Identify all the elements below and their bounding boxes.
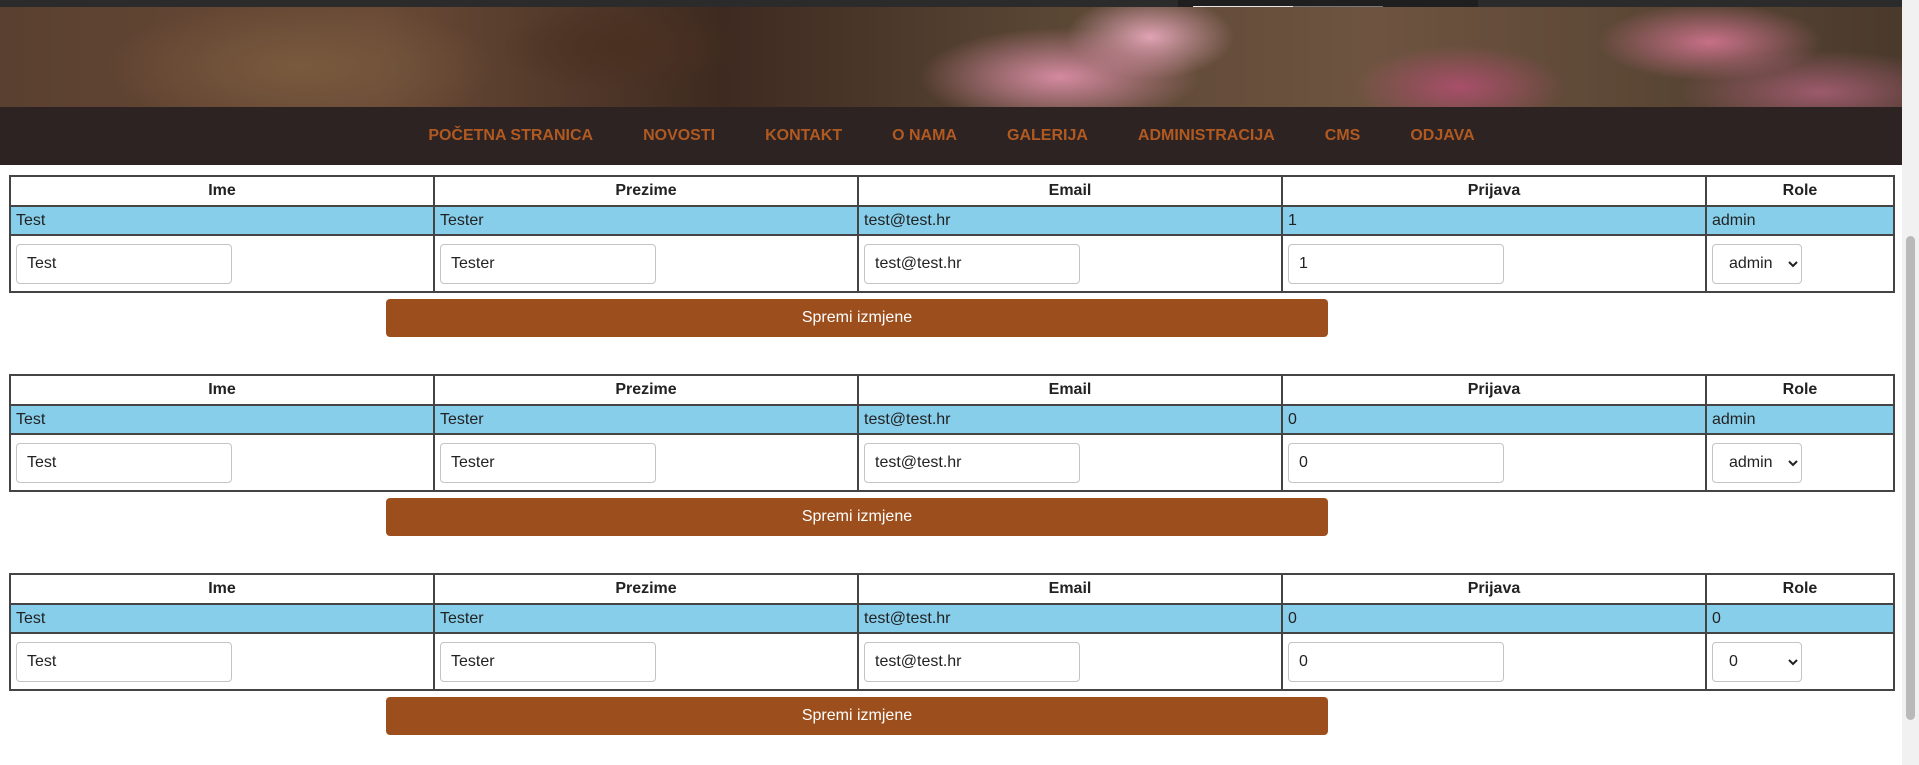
edit-cell-prezime xyxy=(433,234,859,293)
edit-cell-prijava xyxy=(1281,632,1707,691)
cell-prezime: Tester xyxy=(433,404,859,435)
edit-cell-ime xyxy=(9,234,435,293)
page-content: POČETNA STRANICA NOVOSTI KONTAKT O NAMA … xyxy=(0,0,1902,765)
ime-input[interactable] xyxy=(16,442,232,483)
column-header-prijava: Prijava xyxy=(1281,175,1707,207)
edit-cell-prijava xyxy=(1281,234,1707,293)
page-scrollbar[interactable] xyxy=(1902,0,1919,765)
scrollbar-thumb[interactable] xyxy=(1906,236,1915,720)
cell-prijava: 0 xyxy=(1281,404,1707,435)
user-table: Ime Prezime Email Prijava Role Test Test… xyxy=(9,374,1895,492)
ime-input[interactable] xyxy=(16,243,232,284)
column-header-ime: Ime xyxy=(9,573,435,605)
email-input[interactable] xyxy=(864,442,1080,483)
email-input[interactable] xyxy=(864,641,1080,682)
column-header-role: Role xyxy=(1705,374,1895,406)
nav-item-o-nama[interactable]: O NAMA xyxy=(891,127,957,145)
edit-cell-prezime xyxy=(433,632,859,691)
nav-item-galerija[interactable]: GALERIJA xyxy=(1006,127,1088,145)
cell-email: test@test.hr xyxy=(857,404,1283,435)
user-form: Ime Prezime Email Prijava Role Test Test… xyxy=(9,175,1895,337)
column-header-email: Email xyxy=(857,175,1283,207)
edit-cell-ime xyxy=(9,433,435,492)
edit-cell-role: 0 xyxy=(1705,632,1895,691)
user-form: Ime Prezime Email Prijava Role Test Test… xyxy=(9,573,1895,735)
table-row: Test Tester test@test.hr 0 admin xyxy=(9,404,1895,435)
email-input[interactable] xyxy=(864,243,1080,284)
prezime-input[interactable] xyxy=(440,641,656,682)
browser-top-strip xyxy=(0,0,1902,16)
column-header-prezime: Prezime xyxy=(433,175,859,207)
edit-cell-ime xyxy=(9,632,435,691)
nav-item-pocetna[interactable]: POČETNA STRANICA xyxy=(427,127,593,145)
edit-cell-role: admin xyxy=(1705,234,1895,293)
edit-cell-email xyxy=(857,433,1283,492)
table-row: Test Tester test@test.hr 0 0 xyxy=(9,603,1895,634)
save-button[interactable]: Spremi izmjene xyxy=(386,299,1328,337)
edit-cell-email xyxy=(857,632,1283,691)
prijava-input[interactable] xyxy=(1288,641,1504,682)
nav-item-administracija[interactable]: ADMINISTRACIJA xyxy=(1137,127,1275,145)
cell-prezime: Tester xyxy=(433,603,859,634)
column-header-ime: Ime xyxy=(9,175,435,207)
prijava-input[interactable] xyxy=(1288,243,1504,284)
cell-prijava: 1 xyxy=(1281,205,1707,236)
user-form: Ime Prezime Email Prijava Role Test Test… xyxy=(9,374,1895,536)
nav-links: POČETNA STRANICA NOVOSTI KONTAKT O NAMA … xyxy=(0,107,1902,165)
prijava-input[interactable] xyxy=(1288,442,1504,483)
table-header-row: Ime Prezime Email Prijava Role xyxy=(9,374,1895,406)
column-header-email: Email xyxy=(857,573,1283,605)
table-header-row: Ime Prezime Email Prijava Role xyxy=(9,573,1895,605)
prezime-input[interactable] xyxy=(440,243,656,284)
column-header-email: Email xyxy=(857,374,1283,406)
column-header-prezime: Prezime xyxy=(433,573,859,605)
edit-row: admin xyxy=(9,433,1895,492)
cell-prezime: Tester xyxy=(433,205,859,236)
prezime-input[interactable] xyxy=(440,442,656,483)
header-banner-image xyxy=(0,7,1902,107)
column-header-prijava: Prijava xyxy=(1281,573,1707,605)
save-button[interactable]: Spremi izmjene xyxy=(386,498,1328,536)
column-header-role: Role xyxy=(1705,175,1895,207)
cell-role: admin xyxy=(1705,205,1895,236)
user-table: Ime Prezime Email Prijava Role Test Test… xyxy=(9,175,1895,293)
cell-ime: Test xyxy=(9,404,435,435)
edit-cell-role: admin xyxy=(1705,433,1895,492)
column-header-ime: Ime xyxy=(9,374,435,406)
cell-prijava: 0 xyxy=(1281,603,1707,634)
role-select[interactable]: 0 xyxy=(1712,641,1802,682)
column-header-prezime: Prezime xyxy=(433,374,859,406)
user-table: Ime Prezime Email Prijava Role Test Test… xyxy=(9,573,1895,691)
edit-row: 0 xyxy=(9,632,1895,691)
nav-item-cms[interactable]: CMS xyxy=(1324,127,1361,145)
edit-row: admin xyxy=(9,234,1895,293)
nav-item-odjava[interactable]: ODJAVA xyxy=(1409,127,1474,145)
table-row: Test Tester test@test.hr 1 admin xyxy=(9,205,1895,236)
column-header-role: Role xyxy=(1705,573,1895,605)
cell-role: 0 xyxy=(1705,603,1895,634)
column-header-prijava: Prijava xyxy=(1281,374,1707,406)
edit-cell-email xyxy=(857,234,1283,293)
save-button[interactable]: Spremi izmjene xyxy=(386,697,1328,735)
cell-email: test@test.hr xyxy=(857,603,1283,634)
cell-ime: Test xyxy=(9,205,435,236)
cell-email: test@test.hr xyxy=(857,205,1283,236)
cell-ime: Test xyxy=(9,603,435,634)
edit-cell-prijava xyxy=(1281,433,1707,492)
main-nav: POČETNA STRANICA NOVOSTI KONTAKT O NAMA … xyxy=(0,107,1902,165)
table-header-row: Ime Prezime Email Prijava Role xyxy=(9,175,1895,207)
cell-role: admin xyxy=(1705,404,1895,435)
edit-cell-prezime xyxy=(433,433,859,492)
role-select[interactable]: admin xyxy=(1712,442,1802,483)
role-select[interactable]: admin xyxy=(1712,243,1802,284)
nav-item-kontakt[interactable]: KONTAKT xyxy=(764,127,842,145)
nav-item-novosti[interactable]: NOVOSTI xyxy=(642,127,715,145)
ime-input[interactable] xyxy=(16,641,232,682)
